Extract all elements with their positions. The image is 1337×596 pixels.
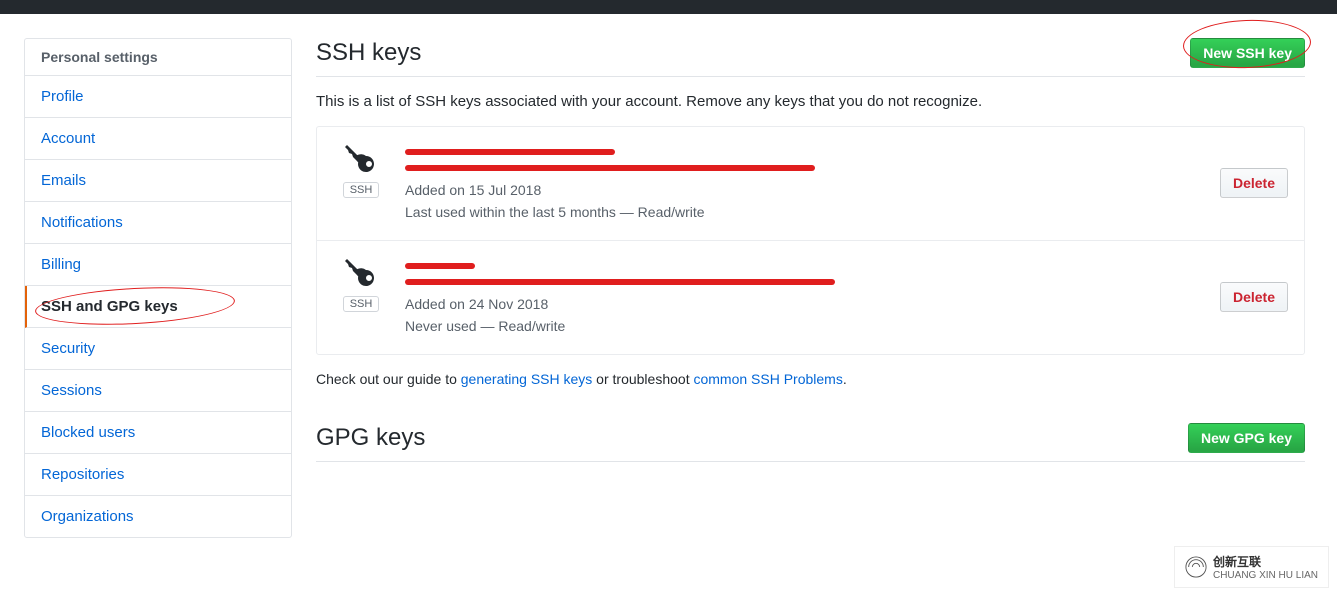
gpg-section-header: GPG keys New GPG key xyxy=(316,423,1305,462)
sidebar-item-profile[interactable]: Profile xyxy=(25,76,291,118)
key-actions: Delete xyxy=(1220,282,1288,312)
key-icon-column: SSH xyxy=(333,143,389,198)
ssh-guide-text: Check out our guide to generating SSH ke… xyxy=(316,371,1305,387)
redacted-key-fingerprint xyxy=(405,277,1204,287)
key-last-used: Never used — Read/write xyxy=(405,315,1204,337)
key-details: Added on 24 Nov 2018 Never used — Read/w… xyxy=(405,257,1204,338)
guide-text: . xyxy=(843,371,847,387)
sidebar-item-ssh-gpg-keys[interactable]: SSH and GPG keys xyxy=(25,286,291,328)
top-header-bar xyxy=(0,0,1337,14)
redacted-key-title xyxy=(405,257,1204,275)
key-added-date: Added on 24 Nov 2018 xyxy=(405,293,1204,315)
gpg-section-title: GPG keys xyxy=(316,424,425,452)
generating-ssh-keys-link[interactable]: generating SSH keys xyxy=(461,371,593,387)
common-ssh-problems-link[interactable]: common SSH Problems xyxy=(693,371,842,387)
ssh-section-title: SSH keys xyxy=(316,39,421,67)
ssh-key-item: SSH Added on 24 Nov 2018 Never used — Re… xyxy=(317,241,1304,354)
sidebar-item-blocked-users[interactable]: Blocked users xyxy=(25,412,291,454)
page-container: Personal settings Profile Account Emails… xyxy=(0,14,1337,562)
sidebar-item-organizations[interactable]: Organizations xyxy=(25,496,291,537)
main-content: SSH keys New SSH key This is a list of S… xyxy=(316,38,1313,538)
ssh-description: This is a list of SSH keys associated wi… xyxy=(316,93,1305,110)
guide-text: or troubleshoot xyxy=(592,371,693,387)
sidebar-item-sessions[interactable]: Sessions xyxy=(25,370,291,412)
key-icon xyxy=(345,143,377,178)
new-ssh-key-button[interactable]: New SSH key xyxy=(1190,38,1305,68)
delete-key-button[interactable]: Delete xyxy=(1220,282,1288,312)
redacted-key-fingerprint xyxy=(405,163,1204,173)
guide-text: Check out our guide to xyxy=(316,371,461,387)
key-last-used: Last used within the last 5 months — Rea… xyxy=(405,201,1204,223)
redacted-key-title xyxy=(405,143,1204,161)
key-actions: Delete xyxy=(1220,168,1288,198)
sidebar-item-account[interactable]: Account xyxy=(25,118,291,160)
ssh-section-header: SSH keys New SSH key xyxy=(316,38,1305,77)
sidebar-item-billing[interactable]: Billing xyxy=(25,244,291,286)
ssh-key-item: SSH Added on 15 Jul 2018 Last used withi… xyxy=(317,127,1304,241)
new-gpg-key-button[interactable]: New GPG key xyxy=(1188,423,1305,453)
watermark-text-pinyin: CHUANG XIN HU LIAN xyxy=(1213,570,1318,581)
watermark-badge: 创新互联 CHUANG XIN HU LIAN xyxy=(1174,546,1329,588)
ssh-badge: SSH xyxy=(343,182,380,198)
key-icon xyxy=(345,257,377,292)
ssh-key-list: SSH Added on 15 Jul 2018 Last used withi… xyxy=(316,126,1305,355)
sidebar-item-notifications[interactable]: Notifications xyxy=(25,202,291,244)
settings-sidebar: Personal settings Profile Account Emails… xyxy=(24,38,292,538)
sidebar-item-emails[interactable]: Emails xyxy=(25,160,291,202)
key-icon-column: SSH xyxy=(333,257,389,312)
key-details: Added on 15 Jul 2018 Last used within th… xyxy=(405,143,1204,224)
delete-key-button[interactable]: Delete xyxy=(1220,168,1288,198)
sidebar-item-repositories[interactable]: Repositories xyxy=(25,454,291,496)
sidebar-item-security[interactable]: Security xyxy=(25,328,291,370)
sidebar-header: Personal settings xyxy=(25,39,291,76)
watermark-text-zh: 创新互联 xyxy=(1213,553,1318,570)
key-added-date: Added on 15 Jul 2018 xyxy=(405,179,1204,201)
watermark-logo-icon xyxy=(1185,556,1207,578)
ssh-badge: SSH xyxy=(343,296,380,312)
